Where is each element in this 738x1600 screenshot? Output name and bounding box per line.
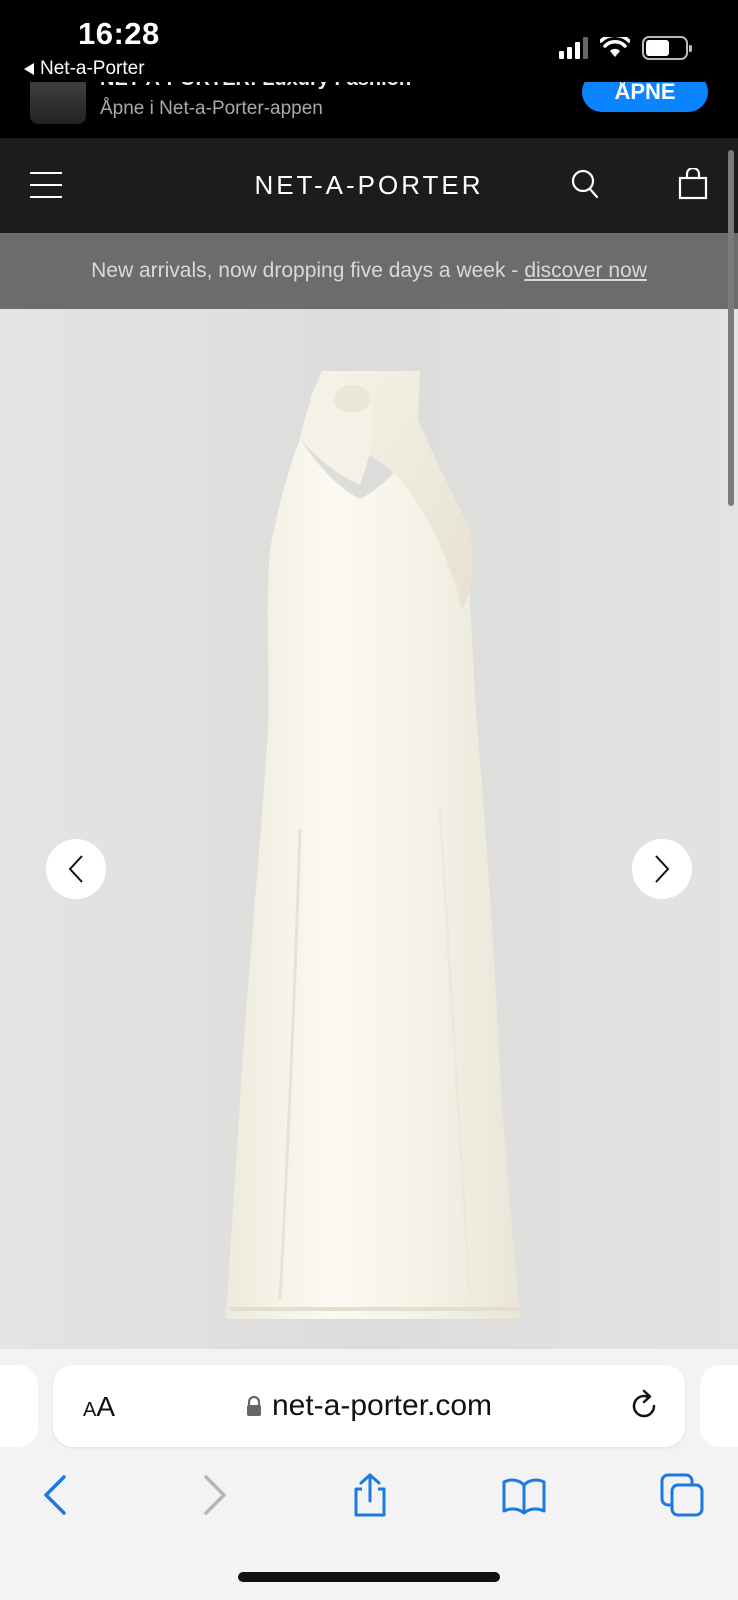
url-display[interactable]: net-a-porter.com (53, 1389, 685, 1423)
cellular-signal-icon (559, 37, 588, 59)
tabs-icon[interactable] (660, 1473, 704, 1517)
next-tab-preview[interactable] (700, 1365, 738, 1447)
bookmarks-icon[interactable] (502, 1473, 546, 1517)
carousel-next-button[interactable] (632, 839, 692, 899)
share-icon[interactable] (348, 1473, 392, 1517)
site-logo[interactable]: NET-A-PORTER (0, 170, 738, 201)
wifi-icon (600, 37, 630, 57)
banner-subtitle: Åpne i Net-a-Porter-appen (100, 98, 323, 119)
forward-arrow-icon[interactable] (192, 1473, 236, 1517)
previous-tab-preview[interactable] (0, 1365, 38, 1447)
chevron-right-icon (655, 855, 670, 883)
lock-icon (246, 1395, 261, 1416)
status-icons (559, 36, 692, 60)
status-bar: 16:28 Net-a-Porter (0, 0, 738, 82)
carousel-prev-button[interactable] (46, 839, 106, 899)
chevron-left-icon (68, 855, 83, 883)
product-image-carousel[interactable] (0, 309, 738, 1349)
address-bar[interactable]: AA net-a-porter.com (53, 1365, 685, 1447)
url-text: net-a-porter.com (271, 1389, 493, 1422)
browser-toolbar (0, 1465, 738, 1525)
app-icon (30, 82, 86, 124)
promo-text: New arrivals, now dropping five days a w… (91, 259, 519, 282)
back-arrow-icon[interactable] (34, 1473, 78, 1517)
discover-now-link[interactable]: discover now (524, 259, 647, 283)
back-app-label: Net-a-Porter (40, 58, 145, 79)
search-icon[interactable] (570, 168, 602, 200)
status-time: 16:28 (78, 16, 160, 51)
product-image (0, 309, 738, 1349)
battery-icon (642, 36, 692, 60)
open-app-button[interactable]: ÅPNE (582, 82, 708, 112)
site-header: NET-A-PORTER (0, 138, 738, 233)
back-to-app-link[interactable]: Net-a-Porter (24, 58, 145, 80)
shopping-bag-icon[interactable] (678, 168, 708, 200)
home-indicator[interactable] (238, 1572, 500, 1582)
smart-app-banner[interactable]: NET-A-PORTER: Luxury Fashion Åpne i Net-… (0, 82, 738, 138)
browser-bottom-bar: AA net-a-porter.com (0, 1349, 738, 1600)
promo-bar: New arrivals, now dropping five days a w… (0, 233, 738, 309)
page-scrollbar[interactable] (728, 150, 734, 506)
banner-title: NET-A-PORTER: Luxury Fashion (100, 82, 411, 91)
reload-icon[interactable] (627, 1389, 661, 1423)
back-triangle-icon (24, 63, 34, 75)
